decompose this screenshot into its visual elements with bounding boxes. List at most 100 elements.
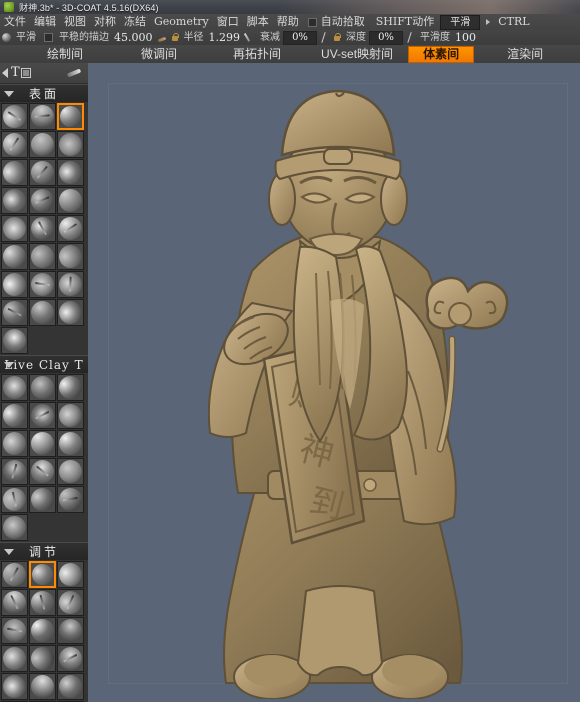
brush-stroke-overlay: [35, 281, 50, 286]
brush-thumbnail[interactable]: [29, 103, 56, 130]
brush-thumbnail[interactable]: [57, 561, 84, 588]
brush-thumbnail[interactable]: [1, 673, 28, 700]
brush-thumbnail[interactable]: [1, 402, 28, 429]
tab-paint[interactable]: 绘制间: [36, 46, 94, 63]
autopick-checkbox[interactable]: [307, 17, 317, 27]
brush-thumbnail[interactable]: [29, 374, 56, 401]
brush-thumbnail[interactable]: [1, 374, 28, 401]
3d-viewport[interactable]: 财 神 到: [88, 63, 580, 702]
falloff-label: 衰减: [260, 32, 280, 43]
brush-thumbnail[interactable]: [57, 243, 84, 270]
brush-thumbnail[interactable]: [1, 103, 28, 130]
brush-thumbnail[interactable]: [29, 299, 56, 326]
brush-thumbnail[interactable]: [1, 131, 28, 158]
brush-thumbnail[interactable]: [57, 215, 84, 242]
brush-thumbnail[interactable]: [1, 589, 28, 616]
tab-uv[interactable]: UV-set映射间: [310, 46, 404, 63]
brush-thumbnail[interactable]: [57, 402, 84, 429]
brush-thumbnail[interactable]: [1, 645, 28, 672]
tab-tweak[interactable]: 微调间: [130, 46, 188, 63]
steady-stroke-checkbox[interactable]: [44, 33, 53, 42]
brush-thumbnail[interactable]: [29, 215, 56, 242]
brush-thumbnail[interactable]: [57, 430, 84, 457]
tab-retopo[interactable]: 再拓扑间: [222, 46, 292, 63]
brush-thumbnail[interactable]: [1, 187, 28, 214]
brush-thumbnail[interactable]: [57, 131, 84, 158]
brush-thumbnail[interactable]: [29, 243, 56, 270]
brush-thumbnail[interactable]: [29, 486, 56, 513]
brush-thumbnail[interactable]: [1, 299, 28, 326]
brush-thumbnail[interactable]: [57, 458, 84, 485]
brush-thumbnail[interactable]: [29, 673, 56, 700]
menu-item-view[interactable]: 视图: [60, 14, 90, 30]
brush-preview-icon: [59, 563, 82, 586]
brush-preview-icon: [59, 161, 82, 184]
menu-item-help[interactable]: 帮助: [273, 14, 303, 30]
panel-header-adjust[interactable]: 调节: [0, 542, 88, 560]
menu-item-window[interactable]: 窗口: [213, 14, 243, 30]
brush-stroke-overlay: [7, 307, 22, 316]
brush-stroke-overlay: [35, 195, 50, 204]
brush-thumbnail[interactable]: [57, 271, 84, 298]
brush-preview-icon: [2, 33, 11, 42]
brush-preview-icon: [59, 460, 82, 483]
brush-thumbnail[interactable]: [29, 589, 56, 616]
brush-thumbnail[interactable]: [57, 617, 84, 644]
chevron-left-icon[interactable]: [2, 68, 8, 78]
brush-thumbnail[interactable]: [29, 617, 56, 644]
brush-thumbnail[interactable]: [1, 458, 28, 485]
falloff-value[interactable]: 0%: [283, 30, 317, 45]
brush-thumbnail[interactable]: [1, 430, 28, 457]
brush-preview-icon: [31, 488, 54, 511]
shift-action-value[interactable]: 平滑: [440, 14, 481, 30]
brush-thumbnail[interactable]: [1, 159, 28, 186]
brush-thumbnail[interactable]: [57, 645, 84, 672]
brush-thumbnail[interactable]: [29, 402, 56, 429]
brush-thumbnail[interactable]: [57, 374, 84, 401]
brush-thumbnail[interactable]: [1, 561, 28, 588]
brush-thumbnail[interactable]: [1, 327, 28, 354]
tab-voxel[interactable]: 体素间: [408, 45, 475, 63]
brush-thumbnail[interactable]: [1, 271, 28, 298]
brush-thumbnail[interactable]: [57, 673, 84, 700]
panel-header-surface[interactable]: 表面: [0, 84, 88, 102]
left-tool-panel: T 表面 Live Clay T 调节: [0, 63, 88, 702]
statue-model[interactable]: 财 神 到: [160, 71, 520, 699]
brush-thumbnail[interactable]: [29, 430, 56, 457]
brush-thumbnail[interactable]: [57, 589, 84, 616]
menu-item-freeze[interactable]: 冻结: [120, 14, 150, 30]
brush-thumbnail[interactable]: [29, 645, 56, 672]
brush-thumbnail[interactable]: [1, 617, 28, 644]
brush-thumbnail[interactable]: [1, 486, 28, 513]
brush-thumbnail[interactable]: [29, 458, 56, 485]
brush-thumbnail[interactable]: [57, 299, 84, 326]
brush-thumbnail[interactable]: [57, 159, 84, 186]
brush-thumbnail[interactable]: [29, 159, 56, 186]
brush-thumbnail[interactable]: [1, 243, 28, 270]
depth-value[interactable]: 0%: [369, 30, 403, 45]
brush-thumbnail[interactable]: [1, 514, 28, 541]
brush-thumbnail[interactable]: [29, 187, 56, 214]
menu-item-edit[interactable]: 编辑: [30, 14, 60, 30]
radius-value[interactable]: 1.299: [207, 31, 243, 44]
brush-thumbnail[interactable]: [57, 187, 84, 214]
brush-thumbnail[interactable]: [57, 486, 84, 513]
menu-item-script[interactable]: 脚本: [243, 14, 273, 30]
menu-item-symmetry[interactable]: 对称: [90, 14, 120, 30]
smoothness-value[interactable]: 100: [453, 31, 478, 44]
menu-item-file[interactable]: 文件: [0, 14, 30, 30]
chevron-right-icon[interactable]: [486, 19, 491, 25]
brush-thumbnail[interactable]: [29, 561, 56, 588]
brush-thumbnail[interactable]: [57, 103, 84, 130]
steady-stroke-value[interactable]: 45.000: [112, 31, 155, 44]
panel-header-liveclay[interactable]: Live Clay T: [0, 355, 88, 373]
brush-thumbnail[interactable]: [1, 215, 28, 242]
menu-item-geometry[interactable]: Geometry: [150, 14, 213, 30]
brush-thumbnail[interactable]: [29, 271, 56, 298]
lock-icon[interactable]: [171, 33, 179, 42]
depth-lock-icon[interactable]: [333, 33, 341, 42]
brush-thumbnail[interactable]: [29, 131, 56, 158]
panel-title-surface: 表面: [28, 87, 59, 101]
tab-render[interactable]: 渲染间: [496, 46, 554, 63]
brush-stroke-icon[interactable]: [67, 68, 81, 77]
